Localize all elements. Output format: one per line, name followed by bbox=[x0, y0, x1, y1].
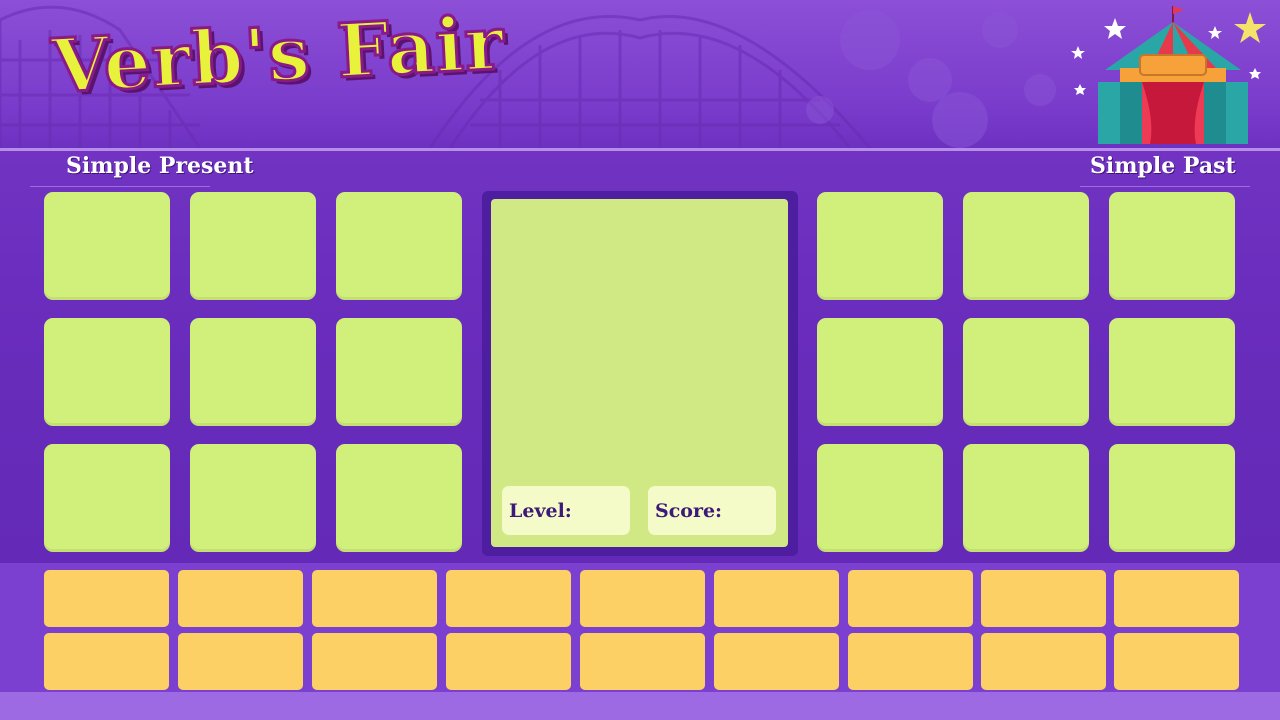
divider bbox=[30, 186, 210, 187]
present-card-1[interactable] bbox=[44, 192, 170, 300]
present-card-2[interactable] bbox=[190, 192, 316, 300]
answer-slot-9[interactable] bbox=[1114, 570, 1239, 627]
answer-slot-1[interactable] bbox=[44, 570, 169, 627]
answer-slot-13[interactable] bbox=[446, 633, 571, 690]
present-card-9[interactable] bbox=[336, 444, 462, 552]
answer-slot-11[interactable] bbox=[178, 633, 303, 690]
present-card-7[interactable] bbox=[44, 444, 170, 552]
score-label: Score: bbox=[655, 500, 723, 522]
answer-slot-6[interactable] bbox=[714, 570, 839, 627]
present-card-4[interactable] bbox=[44, 318, 170, 426]
answer-slot-16[interactable] bbox=[848, 633, 973, 690]
answer-slot-4[interactable] bbox=[446, 570, 571, 627]
answer-slot-7[interactable] bbox=[848, 570, 973, 627]
level-box: Level: bbox=[502, 486, 630, 535]
answer-slot-14[interactable] bbox=[580, 633, 705, 690]
answer-slot-3[interactable] bbox=[312, 570, 437, 627]
present-card-5[interactable] bbox=[190, 318, 316, 426]
past-card-7[interactable] bbox=[817, 444, 943, 552]
answer-slot-12[interactable] bbox=[312, 633, 437, 690]
bottom-strip bbox=[0, 692, 1280, 720]
circus-tent-icon bbox=[1071, 6, 1266, 144]
score-box: Score: bbox=[648, 486, 776, 535]
past-card-8[interactable] bbox=[963, 444, 1089, 552]
simple-past-label: Simple Past bbox=[1090, 153, 1236, 179]
past-card-2[interactable] bbox=[963, 192, 1089, 300]
game-board: Verb's Fair Simple Present Simple Past L… bbox=[0, 0, 1280, 720]
answer-slot-17[interactable] bbox=[981, 633, 1106, 690]
answer-slot-10[interactable] bbox=[44, 633, 169, 690]
present-card-6[interactable] bbox=[336, 318, 462, 426]
divider bbox=[1080, 186, 1250, 187]
past-card-1[interactable] bbox=[817, 192, 943, 300]
game-title: Verb's Fair bbox=[48, 0, 508, 111]
answer-slot-2[interactable] bbox=[178, 570, 303, 627]
past-card-6[interactable] bbox=[1109, 318, 1235, 426]
present-card-3[interactable] bbox=[336, 192, 462, 300]
level-label: Level: bbox=[509, 500, 572, 522]
past-card-9[interactable] bbox=[1109, 444, 1235, 552]
header-banner: Verb's Fair bbox=[0, 0, 1280, 151]
present-card-8[interactable] bbox=[190, 444, 316, 552]
past-card-4[interactable] bbox=[817, 318, 943, 426]
answer-slot-18[interactable] bbox=[1114, 633, 1239, 690]
answer-slot-5[interactable] bbox=[580, 570, 705, 627]
simple-present-label: Simple Present bbox=[66, 153, 254, 179]
answer-slot-15[interactable] bbox=[714, 633, 839, 690]
answer-slot-8[interactable] bbox=[981, 570, 1106, 627]
past-card-5[interactable] bbox=[963, 318, 1089, 426]
past-card-3[interactable] bbox=[1109, 192, 1235, 300]
